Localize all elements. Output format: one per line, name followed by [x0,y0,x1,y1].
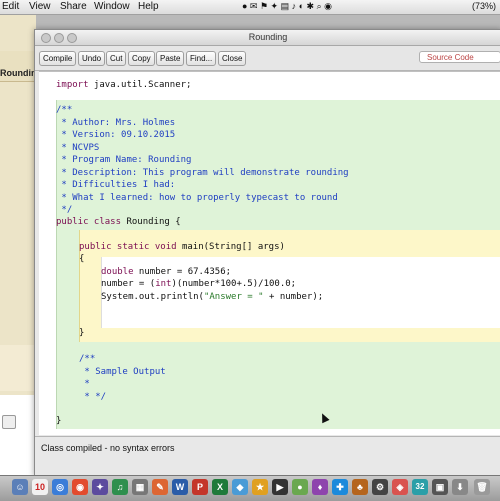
code-text: + number); [263,292,324,302]
app-icon[interactable]: ✚ [332,479,348,495]
comment-line: * Difficulties I had: [56,180,176,190]
code-text: number = ( [101,279,156,289]
background-window: Roundin [0,15,37,489]
excel-icon[interactable]: X [212,479,228,495]
comment-line: */ [56,205,73,215]
dock: ☺ 10 ◎ ◉ ✦ ♫ ▦ ✎ W P X ◆ ★ ▶ ● ♦ ✚ ♣ ⚙ ◈… [0,475,500,501]
app-icon[interactable]: ♦ [312,479,328,495]
code-text: )(number*100+.5)/100.0; [171,279,297,289]
comment-line: /** [56,105,73,115]
comment-line: * Sample Output [79,366,166,377]
app-icon[interactable]: ▦ [132,479,148,495]
comment-line: * NCVPS [56,142,100,153]
comment-line: * What I learned: how to properly typeca… [56,192,338,203]
app-icon[interactable]: ◆ [232,479,248,495]
comment-line: * Version: 09.10.2015 [56,130,176,140]
background-checkbox[interactable] [2,415,16,429]
window-title: Rounding [248,32,288,42]
compile-status: Class compiled - no syntax errors [41,443,175,453]
menu-view[interactable]: View [29,1,51,12]
battery-percent[interactable]: (73%) [472,1,496,11]
comment-line: * [79,379,90,389]
background-window-panel [0,345,36,391]
code-doc-comment: /** * Author: Mrs. Holmes * Version: 09.… [56,104,349,217]
word-icon[interactable]: W [172,479,188,495]
code-line-close-method: } [79,328,85,338]
menu-window[interactable]: Window [94,1,130,12]
keyword: import [56,80,89,90]
toolbar: Compile Undo Cut Copy Paste Find... Clos… [35,46,500,71]
code-line-3: System.out.println("Answer = " + number)… [101,291,323,304]
app-icon[interactable]: ♣ [352,479,368,495]
undo-button[interactable]: Undo [78,51,106,66]
app-icon[interactable]: ✎ [152,479,168,495]
code-line-1: double number = 67.4356; [101,266,231,279]
code-line-2: number = (int)(number*100+.5)/100.0; [101,278,296,291]
title-bar[interactable]: Rounding [35,30,500,46]
chrome-icon[interactable]: ◉ [72,479,88,495]
app-icon[interactable]: ★ [252,479,268,495]
powerpoint-icon[interactable]: P [192,479,208,495]
comment-line: * Program Name: Rounding [56,155,192,165]
calendar-icon[interactable]: 10 [32,479,48,495]
comment-line: * */ [79,391,107,402]
code-text: Rounding { [121,217,181,227]
copy-button[interactable]: Copy [128,51,155,66]
safari-icon[interactable]: ◎ [52,479,68,495]
terminal-icon[interactable]: ▶ [272,479,288,495]
app-icon[interactable]: ⚙ [372,479,388,495]
menu-help[interactable]: Help [138,1,159,12]
code-line-import: import java.util.Scanner; [56,79,191,92]
background-window-tab-label[interactable]: Roundin [0,68,37,78]
notification-badge[interactable]: 32 [412,479,428,495]
code-line-close-class: } [56,416,62,426]
app-icon[interactable]: ♫ [112,479,128,495]
status-icons[interactable]: ● ✉ ⚑ ✦ ▤ ♪ ◐ ✱ ⌕ ◉ [242,1,332,12]
find-button[interactable]: Find... [186,51,217,66]
finder-icon[interactable]: ☺ [12,479,28,495]
app-icon[interactable]: ● [292,479,308,495]
code-line-open-brace: { [79,254,85,264]
code-text: java.util.Scanner; [88,80,192,90]
editor-window: Rounding Compile Undo Cut Copy Paste Fin… [34,29,500,477]
view-select[interactable]: Source Code [419,51,500,63]
code-editor[interactable]: import java.util.Scanner; /** * Author: … [39,71,500,435]
keyword: int [155,279,172,289]
keyword: double [101,267,134,277]
comment-line: /** [79,354,96,364]
menu-share[interactable]: Share [60,1,87,12]
trash-icon[interactable]: 🗑 [474,479,490,495]
paste-button[interactable]: Paste [156,51,185,66]
comment-line: * Description: This program will demonst… [56,167,349,178]
app-icon[interactable]: ✦ [92,479,108,495]
close-button[interactable]: Close [218,51,247,66]
string-literal: "Answer = " [203,292,264,302]
cut-button[interactable]: Cut [106,51,127,66]
app-icon[interactable]: ◈ [392,479,408,495]
menu-bar: Edit View Share Window Help ● ✉ ⚑ ✦ ▤ ♪ … [0,0,500,15]
compile-button[interactable]: Compile [39,51,77,66]
menu-edit[interactable]: Edit [2,1,19,12]
code-text: number = 67.4356; [133,267,232,277]
code-text: System.out.println( [101,292,204,302]
code-line-method: public static void main(String[] args) [79,241,285,254]
code-sample-comment: /** * Sample Output * * */ [79,353,166,403]
app-icon[interactable]: ▣ [432,479,448,495]
comment-line: * Author: Mrs. Holmes [56,117,176,128]
status-bar: Class compiled - no syntax errors [35,436,500,477]
downloads-icon[interactable]: ⬇ [452,479,468,495]
keyword: public class [56,217,122,227]
code-text: main(String[] args) [176,242,285,252]
keyword: public static void [79,242,177,252]
code-line-class: public class Rounding { [56,216,181,229]
